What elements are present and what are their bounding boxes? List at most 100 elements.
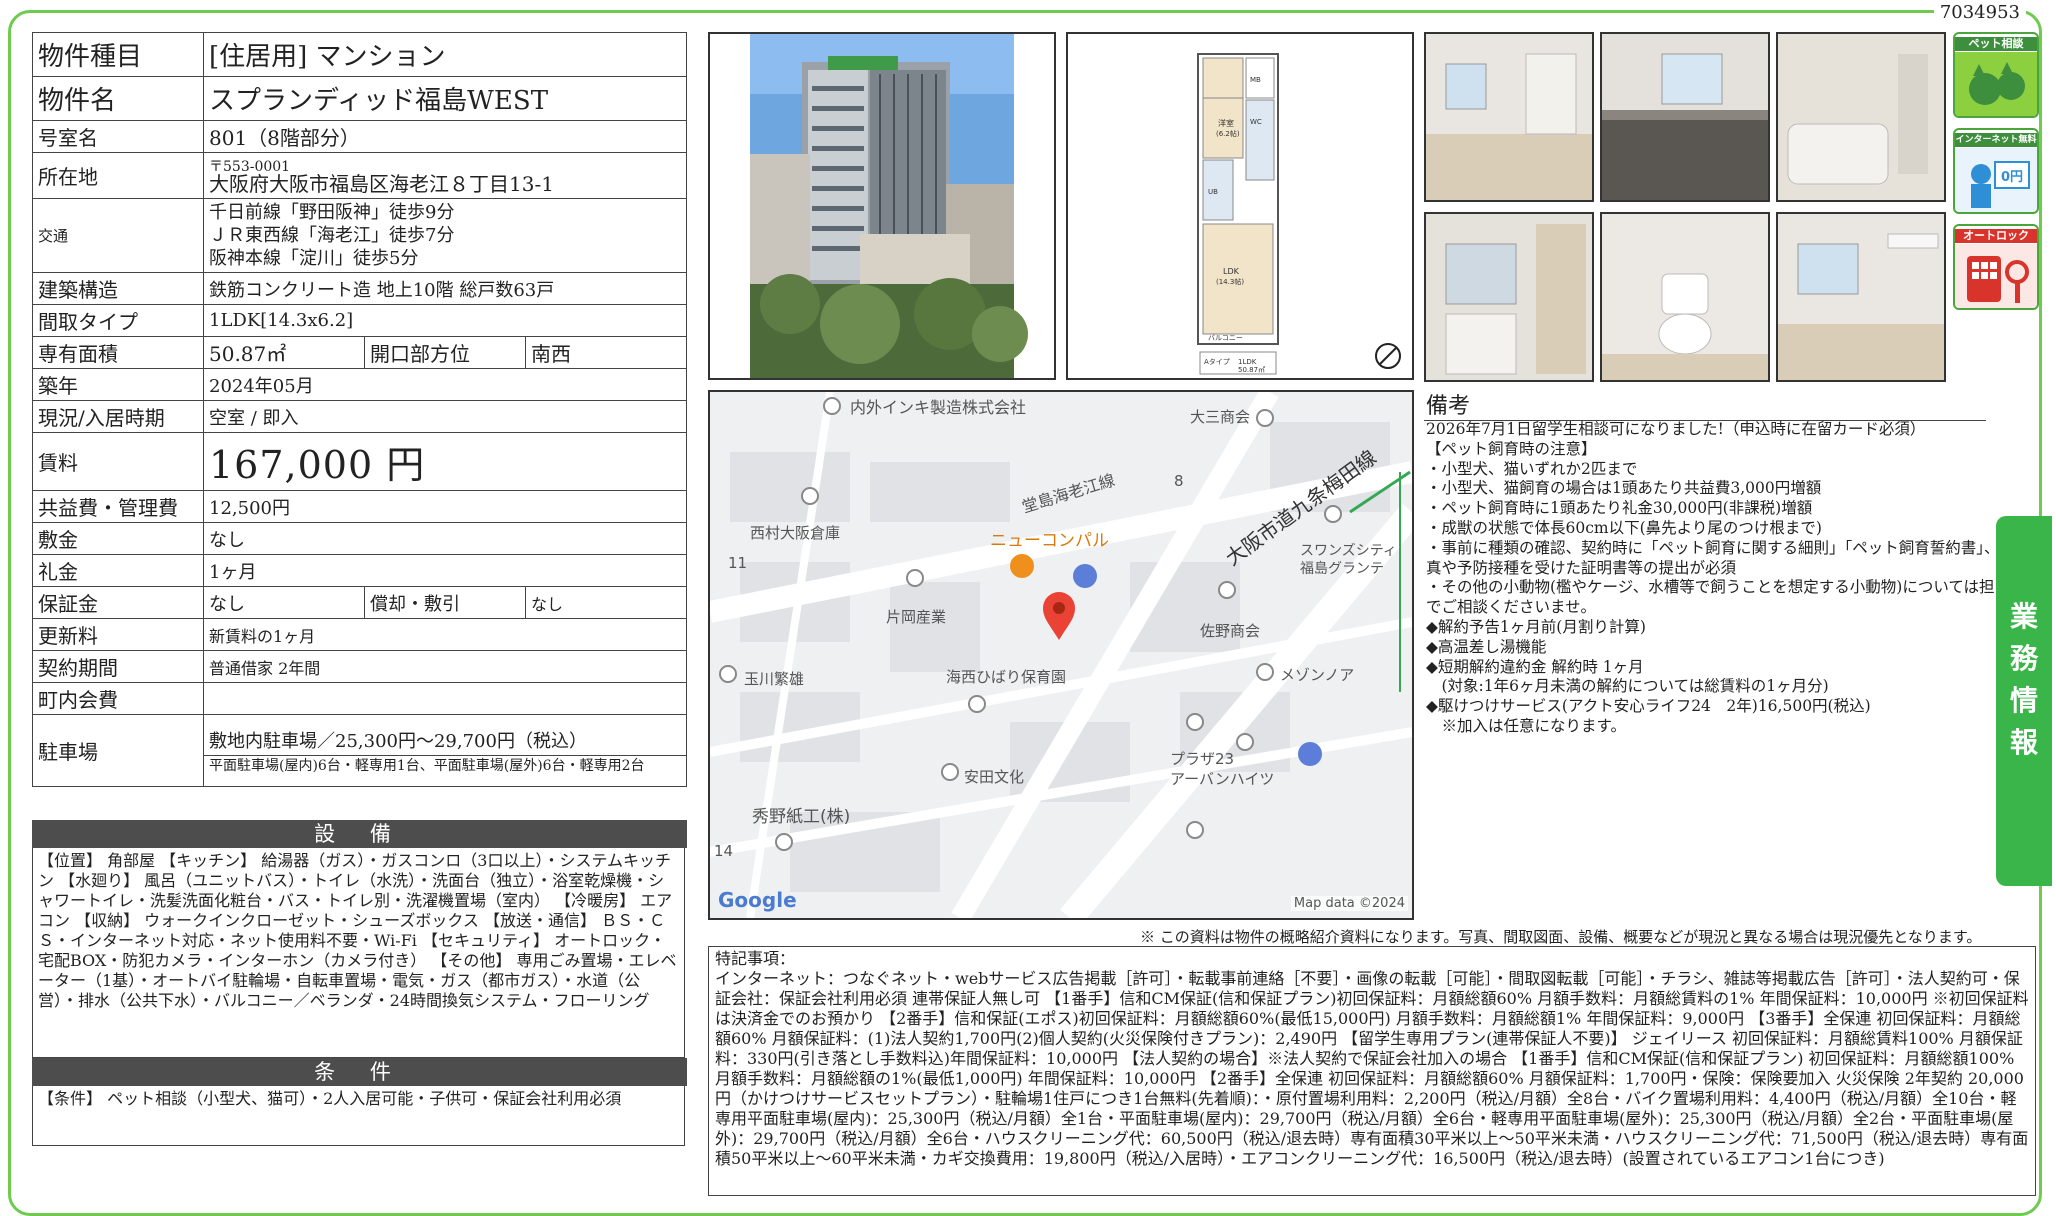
photo-bathroom xyxy=(1776,32,1946,202)
floor-plan-unit: 1LDK xyxy=(1238,358,1257,366)
map-label: 片岡産業 xyxy=(886,608,947,626)
auto-lock-icon: オートロック xyxy=(1953,224,2039,310)
special-notes: 特記事項： インターネット：つなぐネット・webサービス広告掲載［許可］・転載事… xyxy=(708,946,2036,1196)
building-photo xyxy=(708,32,1056,380)
status-value: 空室 / 即入 xyxy=(203,400,687,433)
business-info-label: 業務情報 xyxy=(2010,600,2039,759)
photo-living-room xyxy=(1424,32,1594,202)
room-value: 801（8階部分） xyxy=(203,120,687,153)
photo-washroom xyxy=(1424,212,1594,382)
parking-detail: 平面駐車場(屋内)6台・軽専用1台、平面駐車場(屋外)6台・軽専用2台 xyxy=(209,758,645,774)
town-fee-value xyxy=(203,682,687,715)
fee-label: 共益費・管理費 xyxy=(32,490,204,523)
svg-text:Aタイプ: Aタイプ xyxy=(1204,357,1230,366)
transport-line: 千日前線「野田阪神」徒歩9分 xyxy=(209,202,455,223)
svg-text:(6.2帖): (6.2帖) xyxy=(1216,129,1240,138)
remarks-text: 2026年7月1日留学生相談可になりました!（申込時に在留カード必須） 【ペット… xyxy=(1426,420,2026,735)
type-label: 物件種目 xyxy=(32,32,204,77)
location-map[interactable]: 内外インキ製造株式会社 大三商会 堂島海老江線 大阪市道九条梅田線 西村大阪倉庫… xyxy=(708,390,1414,920)
photo-toilet xyxy=(1600,212,1770,382)
conditions-text: 【条件】 ペット相談（小型犬、猫可）・2人入居可能・子供可・保証会社利用必須 xyxy=(32,1086,685,1146)
map-number: 11 xyxy=(728,554,748,572)
room-label: 号室名 xyxy=(32,120,204,153)
map-label: 秀野紙工(株) xyxy=(752,807,851,827)
map-label: 海西ひばり保育園 xyxy=(946,668,1067,686)
map-label: 安田文化 xyxy=(964,768,1025,786)
svg-text:(14.3帖): (14.3帖) xyxy=(1216,277,1244,286)
business-info-tab[interactable]: 業務情報 xyxy=(1996,516,2052,886)
structure-label: 建築構造 xyxy=(32,272,204,305)
map-number: 14 xyxy=(714,842,734,860)
address-value: 大阪府大阪市福島区海老江８丁目13-1 xyxy=(209,171,554,196)
direction-value: 南西 xyxy=(525,336,687,369)
photo-bedroom xyxy=(1776,212,1946,382)
floor-plan-area: 50.87㎡ xyxy=(1238,366,1265,374)
document-id: 7034953 xyxy=(1933,2,2026,23)
deposit-label: 敷金 xyxy=(32,522,204,555)
guarantee-label: 保証金 xyxy=(32,586,204,619)
key-money-value: 1ヶ月 xyxy=(203,554,687,587)
deposit-value: なし xyxy=(203,522,687,555)
town-fee-label: 町内会費 xyxy=(32,682,204,715)
map-label: 西村大阪倉庫 xyxy=(750,524,841,542)
map-label: スワンズシティ xyxy=(1300,543,1397,559)
map-label: ニューコンパル xyxy=(990,531,1109,551)
address-label: 所在地 xyxy=(32,152,204,199)
svg-text:0円: 0円 xyxy=(2001,170,2023,185)
contract-value: 普通借家 2年間 xyxy=(203,650,687,683)
renewal-label: 更新料 xyxy=(32,618,204,651)
amortization-value: なし xyxy=(525,586,687,619)
parking-value: 敷地内駐車場／25,300円〜29,700円（税込） xyxy=(204,725,686,756)
layout-label: 間取タイプ xyxy=(32,304,204,337)
name-label: 物件名 xyxy=(32,76,204,121)
svg-text:バルコニー: バルコニー xyxy=(1208,334,1243,342)
photo-kitchen xyxy=(1600,32,1770,202)
floor-plan: 洋室 (6.2帖) LDK (14.3帖) UB MB WC バルコニー Aタイ… xyxy=(1066,32,1414,380)
map-label: メゾンノア xyxy=(1280,666,1355,684)
conditions-header: 条 件 xyxy=(32,1058,687,1086)
internet-free-icon: インターネット無料 0円 xyxy=(1953,128,2039,214)
transport-line: ＪＲ東西線「海老江」徒歩7分 xyxy=(209,225,455,246)
map-label: プラザ23 xyxy=(1170,750,1235,768)
map-label: 大三商会 xyxy=(1190,408,1251,426)
internet-free-label: インターネット無料 xyxy=(1955,133,2037,147)
map-label: 玉川繁雄 xyxy=(744,670,805,688)
remarks-header: 備考 xyxy=(1424,388,1986,421)
renewal-value: 新賃料の1ヶ月 xyxy=(203,618,687,651)
svg-text:UB: UB xyxy=(1208,188,1218,196)
fee-value: 12,500円 xyxy=(203,490,687,523)
rent-label: 賃料 xyxy=(32,432,204,491)
svg-text:LDK: LDK xyxy=(1223,267,1240,276)
map-label: 佐野商会 xyxy=(1200,622,1261,640)
google-logo: Google xyxy=(718,888,797,912)
contract-label: 契約期間 xyxy=(32,650,204,683)
pet-consult-label: ペット相談 xyxy=(1955,37,2037,51)
status-label: 現況/入居時期 xyxy=(32,400,204,433)
amortization-label: 償却・敷引 xyxy=(364,586,526,619)
area-label: 専有面積 xyxy=(32,336,204,369)
name-value: スプランディッド福島WEST xyxy=(203,76,687,121)
transport-label: 交通 xyxy=(32,198,204,273)
structure-value: 鉄筋コンクリート造 地上10階 総戸数63戸 xyxy=(203,272,687,305)
area-value: 50.87㎡ xyxy=(203,336,365,369)
map-label: 内外インキ製造株式会社 xyxy=(850,398,1027,417)
key-money-label: 礼金 xyxy=(32,554,204,587)
transport-line: 阪神本線「淀川」徒歩5分 xyxy=(209,248,419,269)
built-label: 築年 xyxy=(32,368,204,401)
equipment-header: 設 備 xyxy=(32,820,687,848)
svg-text:WC: WC xyxy=(1250,118,1262,126)
special-notes-text: 特記事項： インターネット：つなぐネット・webサービス広告掲載［許可］・転載事… xyxy=(715,949,2029,1168)
built-value: 2024年05月 xyxy=(203,368,687,401)
map-label: アーバンハイツ xyxy=(1170,770,1275,788)
disclaimer-notice: ※ この資料は物件の概略紹介資料になります。写真、間取図面、設備、概要などが現況… xyxy=(1140,928,1982,946)
rent-value: 167,000 円 xyxy=(203,432,687,491)
layout-value: 1LDK[14.3x6.2] xyxy=(203,304,687,337)
parking-label: 駐車場 xyxy=(32,714,204,787)
pet-consult-icon: ペット相談 xyxy=(1953,32,2039,118)
auto-lock-label: オートロック xyxy=(1955,229,2037,243)
svg-text:MB: MB xyxy=(1250,76,1261,84)
property-table: 物件種目 [住居用] マンション 物件名 スプランディッド福島WEST 号室名 … xyxy=(32,32,687,787)
map-label: 福島グランテ xyxy=(1300,561,1384,577)
direction-label: 開口部方位 xyxy=(364,336,526,369)
type-value: [住居用] マンション xyxy=(203,32,687,77)
